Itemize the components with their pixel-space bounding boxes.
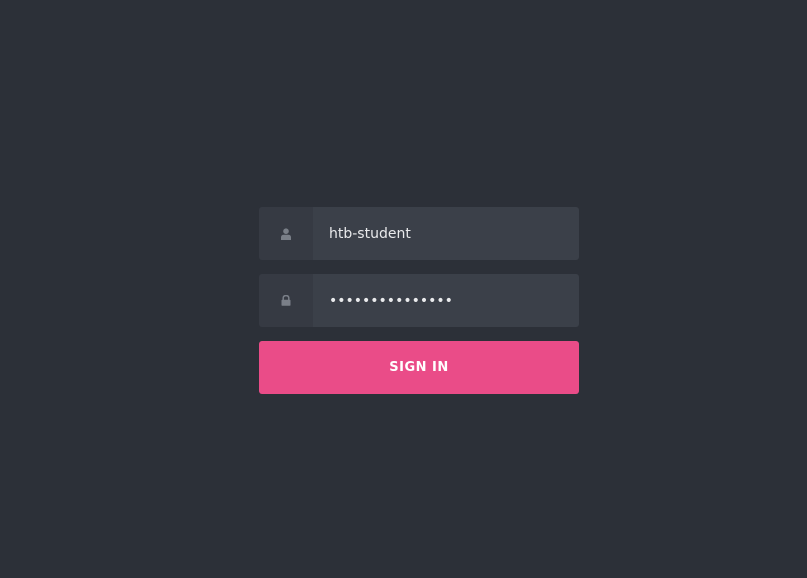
user-icon: [259, 207, 313, 260]
password-input[interactable]: [313, 274, 579, 327]
login-form: SIGN IN: [259, 207, 579, 394]
login-page: SIGN IN: [0, 0, 807, 578]
lock-icon: [259, 274, 313, 327]
sign-in-button[interactable]: SIGN IN: [259, 341, 579, 394]
password-field: [259, 274, 579, 327]
username-field: [259, 207, 579, 260]
username-input[interactable]: [313, 207, 579, 260]
